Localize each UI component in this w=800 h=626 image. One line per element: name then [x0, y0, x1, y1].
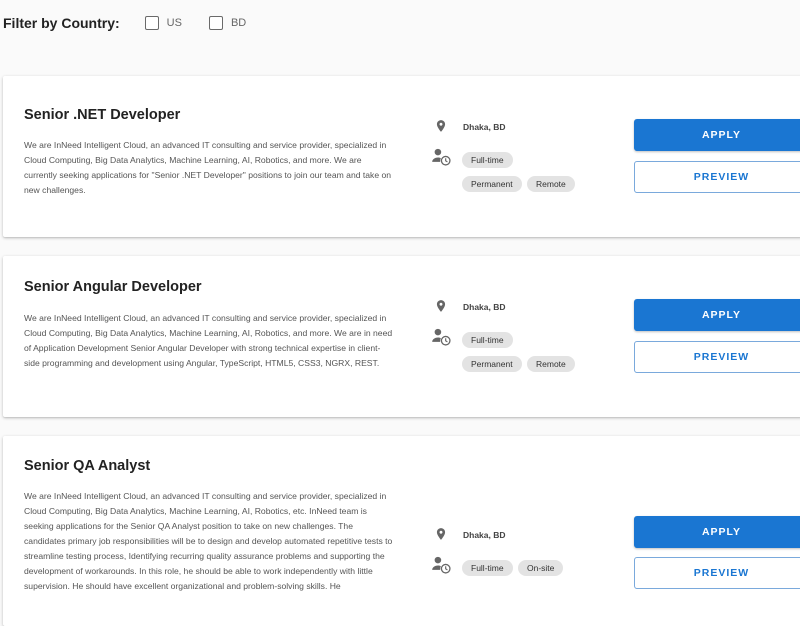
preview-button[interactable]: PREVIEW — [634, 557, 800, 589]
job-description: We are InNeed Intelligent Cloud, an adva… — [24, 140, 392, 195]
job-tag: Full-time — [462, 332, 513, 348]
job-card: Senior .NET Developer We are InNeed Inte… — [3, 76, 800, 237]
job-tag: Remote — [527, 176, 575, 192]
job-location: Dhaka, BD — [463, 122, 506, 132]
filter-option-bd[interactable]: BD — [208, 16, 247, 30]
job-tag: Full-time — [462, 152, 513, 168]
apply-button[interactable]: APPLY — [634, 516, 800, 548]
job-tag: Full-time — [462, 560, 513, 576]
location-pin-icon — [436, 120, 446, 132]
filter-option-us[interactable]: US — [144, 16, 182, 30]
job-tag: Permanent — [462, 176, 522, 192]
job-title: Senior QA Analyst — [24, 458, 151, 474]
job-tag: Permanent — [462, 356, 522, 372]
person-clock-icon — [432, 148, 451, 166]
job-tag: On-site — [518, 560, 564, 576]
country-filter: Filter by Country: US BD — [3, 14, 273, 32]
location-pin-icon — [436, 528, 446, 540]
location-pin-icon — [436, 300, 446, 312]
us-label: US — [166, 17, 182, 29]
preview-button[interactable]: PREVIEW — [634, 341, 800, 373]
bd-label: BD — [230, 17, 247, 29]
job-title: Senior Angular Developer — [24, 279, 202, 295]
person-clock-icon — [432, 328, 451, 346]
job-location: Dhaka, BD — [463, 302, 506, 312]
bd-checkbox[interactable] — [208, 16, 223, 30]
job-title: Senior .NET Developer — [24, 107, 181, 123]
filter-title: Filter by Country: — [3, 15, 120, 31]
job-description: We are InNeed Intelligent Cloud, an adva… — [24, 491, 393, 591]
apply-button[interactable]: APPLY — [634, 299, 800, 331]
person-clock-icon — [432, 556, 451, 574]
job-card: Senior QA Analyst We are InNeed Intellig… — [3, 436, 800, 626]
job-description: We are InNeed Intelligent Cloud, an adva… — [24, 313, 393, 368]
us-checkbox[interactable] — [144, 16, 159, 30]
job-location: Dhaka, BD — [463, 530, 506, 540]
job-card: Senior Angular Developer We are InNeed I… — [3, 256, 800, 417]
preview-button[interactable]: PREVIEW — [634, 161, 800, 193]
apply-button[interactable]: APPLY — [634, 119, 800, 151]
job-tag: Remote — [527, 356, 575, 372]
